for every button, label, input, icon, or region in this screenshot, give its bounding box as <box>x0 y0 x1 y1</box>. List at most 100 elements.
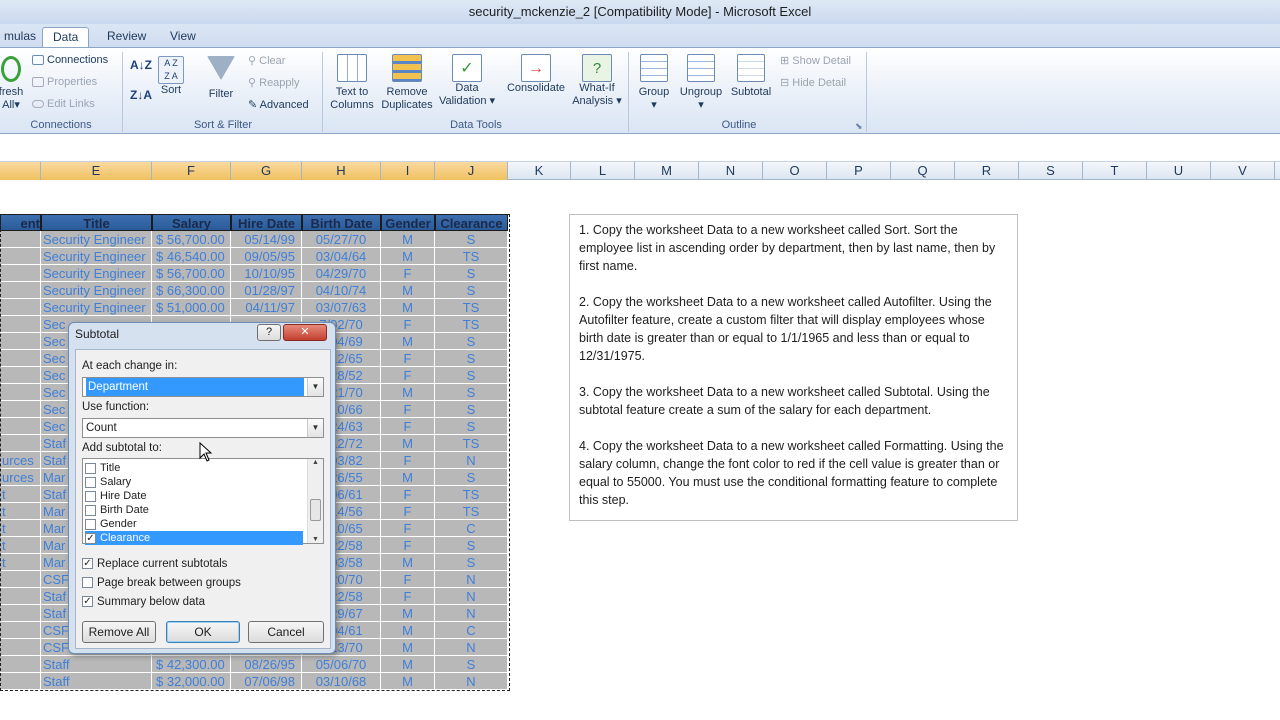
column-header[interactable]: H <box>302 162 381 180</box>
list-item[interactable]: Birth Date <box>85 503 303 517</box>
table-cell[interactable]: C <box>435 520 508 537</box>
table-header-cell[interactable]: Birth Date <box>302 214 381 231</box>
table-cell[interactable]: Security Engineer <box>41 299 152 316</box>
table-cell[interactable]: 03/04/64 <box>302 248 381 265</box>
table-header-cell[interactable]: Salary <box>152 214 231 231</box>
table-cell[interactable] <box>0 639 41 656</box>
properties-button[interactable]: Properties <box>32 76 97 88</box>
cancel-button[interactable]: Cancel <box>248 621 324 643</box>
table-cell[interactable]: M <box>381 656 435 673</box>
table-cell[interactable]: S <box>435 537 508 554</box>
column-header[interactable]: S <box>1019 162 1083 180</box>
table-cell[interactable]: N <box>435 639 508 656</box>
table-cell[interactable]: $ 42,300.00 <box>152 656 231 673</box>
table-cell[interactable]: F <box>381 316 435 333</box>
table-cell[interactable]: S <box>435 231 508 248</box>
table-cell[interactable]: C <box>435 622 508 639</box>
table-cell[interactable]: F <box>381 503 435 520</box>
table-cell[interactable]: N <box>435 673 508 690</box>
formula-bar[interactable] <box>0 134 1280 162</box>
list-scrollbar[interactable]: ▲ ▼ <box>307 459 323 543</box>
table-cell[interactable]: TS <box>435 435 508 452</box>
table-cell[interactable]: Security Engineer <box>41 231 152 248</box>
table-cell[interactable]: $ 56,700.00 <box>152 231 231 248</box>
table-cell[interactable]: urces <box>0 452 41 469</box>
table-cell[interactable] <box>0 333 41 350</box>
table-cell[interactable]: S <box>435 401 508 418</box>
table-cell[interactable]: 04/10/74 <box>302 282 381 299</box>
list-item[interactable]: Hire Date <box>85 489 303 503</box>
table-cell[interactable]: 05/27/70 <box>302 231 381 248</box>
table-cell[interactable]: 07/06/98 <box>231 673 302 690</box>
table-cell[interactable] <box>0 299 41 316</box>
checkbox[interactable] <box>85 462 96 474</box>
list-item[interactable]: Salary <box>85 475 303 489</box>
table-cell[interactable]: 03/10/68 <box>302 673 381 690</box>
table-cell[interactable] <box>0 605 41 622</box>
column-header[interactable]: L <box>571 162 635 180</box>
table-cell[interactable]: S <box>435 469 508 486</box>
scroll-up-icon[interactable]: ▲ <box>308 459 323 466</box>
reapply-button[interactable]: ⚲ Reapply <box>248 76 299 89</box>
column-header-d[interactable] <box>0 162 41 180</box>
column-header[interactable]: N <box>699 162 763 180</box>
table-cell[interactable]: S <box>435 333 508 350</box>
advanced-button[interactable]: ✎ Advanced <box>248 98 309 111</box>
column-header[interactable]: F <box>152 162 231 180</box>
table-cell[interactable] <box>0 673 41 690</box>
use-function-select[interactable]: Count ▼ <box>82 418 324 438</box>
remove-duplicates-button[interactable]: Remove Duplicates <box>378 54 436 112</box>
help-button[interactable]: ? <box>257 324 281 341</box>
group-button[interactable]: Group ▾ <box>633 54 675 112</box>
table-cell[interactable]: Security Engineer <box>41 248 152 265</box>
table-cell[interactable]: S <box>435 384 508 401</box>
table-cell[interactable]: $ 51,000.00 <box>152 299 231 316</box>
sort-button[interactable]: A ZZ A Sort <box>155 56 187 97</box>
table-cell[interactable]: TS <box>435 299 508 316</box>
ok-button[interactable]: OK <box>166 621 240 643</box>
hide-detail-button[interactable]: ⊟ Hide Detail <box>780 76 846 89</box>
column-header[interactable]: P <box>827 162 891 180</box>
table-cell[interactable]: t <box>0 486 41 503</box>
instructions-textbox[interactable]: 1. Copy the worksheet Data to a new work… <box>569 214 1018 521</box>
table-cell[interactable]: N <box>435 571 508 588</box>
text-to-columns-button[interactable]: Text to Columns <box>328 54 376 112</box>
tab-formulas[interactable]: mulas <box>0 27 46 48</box>
consolidate-button[interactable]: → Consolidate <box>502 54 570 95</box>
table-cell[interactable]: M <box>381 554 435 571</box>
clear-button[interactable]: ⚲ Clear <box>248 54 285 67</box>
table-cell[interactable]: t <box>0 554 41 571</box>
column-header[interactable]: K <box>508 162 571 180</box>
column-header[interactable]: U <box>1147 162 1211 180</box>
table-cell[interactable]: 10/10/95 <box>231 265 302 282</box>
checkbox-checked[interactable]: ✓ <box>82 558 93 570</box>
table-header-cell[interactable]: Title <box>41 214 152 231</box>
table-cell[interactable]: M <box>381 435 435 452</box>
table-cell[interactable]: Staff <box>41 656 152 673</box>
refresh-all-button[interactable]: fresh All▾ <box>0 56 26 112</box>
connections-button[interactable]: Connections <box>32 54 108 66</box>
column-header[interactable]: G <box>231 162 302 180</box>
table-cell[interactable]: F <box>381 571 435 588</box>
scroll-down-icon[interactable]: ▼ <box>308 536 323 543</box>
table-cell[interactable]: 04/29/70 <box>302 265 381 282</box>
table-cell[interactable]: S <box>435 265 508 282</box>
table-cell[interactable]: t <box>0 537 41 554</box>
table-cell[interactable]: $ 66,300.00 <box>152 282 231 299</box>
table-cell[interactable]: M <box>381 622 435 639</box>
table-cell[interactable]: $ 56,700.00 <box>152 265 231 282</box>
table-cell[interactable] <box>0 282 41 299</box>
ungroup-button[interactable]: Ungroup ▾ <box>676 54 726 112</box>
table-cell[interactable]: S <box>435 282 508 299</box>
table-cell[interactable]: F <box>381 588 435 605</box>
table-cell[interactable]: 08/26/95 <box>231 656 302 673</box>
table-cell[interactable] <box>0 435 41 452</box>
checkbox-checked[interactable]: ✓ <box>85 532 96 544</box>
column-header[interactable]: V <box>1211 162 1275 180</box>
table-cell[interactable]: TS <box>435 316 508 333</box>
table-cell[interactable]: F <box>381 452 435 469</box>
table-cell[interactable]: M <box>381 282 435 299</box>
table-cell[interactable] <box>0 588 41 605</box>
list-item[interactable]: Gender <box>85 517 303 531</box>
edit-links-button[interactable]: Edit Links <box>32 98 95 110</box>
